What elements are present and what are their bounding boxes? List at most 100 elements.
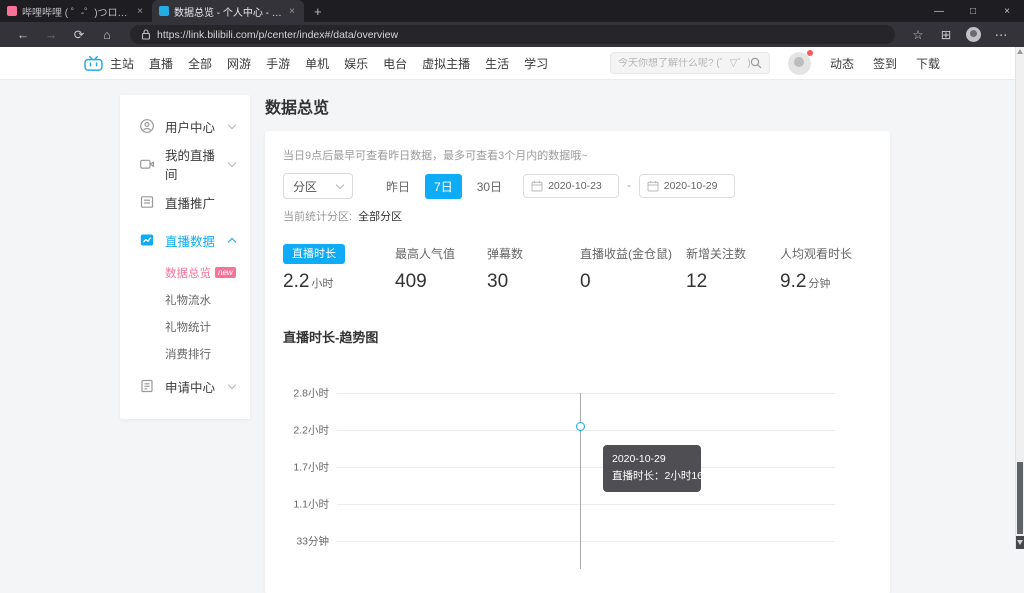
nav-item-live[interactable]: 直播 — [149, 55, 173, 72]
header-link-download[interactable]: 下载 — [916, 55, 940, 72]
home-icon[interactable]: ⌂ — [94, 28, 120, 42]
bilibili-tv-logo[interactable] — [84, 56, 103, 71]
nav-item-all[interactable]: 全部 — [188, 55, 212, 72]
minimize-button[interactable]: — — [922, 0, 956, 22]
address-bar[interactable]: https://link.bilibili.com/p/center/index… — [130, 25, 895, 44]
stat-value: 2.2小时 — [283, 271, 395, 293]
calendar-icon — [647, 180, 659, 192]
date-to-picker[interactable]: 2020-10-29 — [639, 174, 735, 198]
date-from-picker[interactable]: 2020-10-23 — [523, 174, 619, 198]
user-avatar[interactable] — [788, 52, 811, 75]
range-7day-button[interactable]: 7日 — [425, 174, 462, 199]
sidebar-item-label: 申请中心 — [165, 377, 215, 396]
browser-profile-avatar[interactable] — [966, 27, 981, 42]
nav-item-entertainment[interactable]: 娱乐 — [344, 55, 368, 72]
range-30day-button[interactable]: 30日 — [468, 174, 511, 199]
tab-title: 哔哩哔哩 ( ゜-゜)つロ 干杯~-bili — [22, 4, 130, 19]
bilibili-favicon — [7, 6, 17, 16]
y-axis-tick: 1.1小时 — [283, 497, 329, 512]
sidebar-subitem-gift-flow[interactable]: 礼物流水 — [120, 286, 250, 313]
partition-select[interactable]: 分区 — [283, 173, 353, 199]
new-tab-button[interactable]: + — [314, 4, 322, 19]
stat-label[interactable]: 弹幕数 — [487, 244, 580, 264]
camera-icon — [139, 156, 155, 172]
y-axis-tick: 2.2小时 — [283, 423, 329, 438]
stat-live-duration-tab[interactable]: 直播时长 — [283, 244, 345, 264]
nav-item-study[interactable]: 学习 — [524, 55, 548, 72]
sidebar-subitem-gift-stats[interactable]: 礼物统计 — [120, 313, 250, 340]
lock-icon — [141, 29, 151, 40]
page-scrollbar[interactable] — [1015, 47, 1024, 549]
date-to-value: 2020-10-29 — [664, 180, 718, 192]
forward-icon[interactable]: → — [38, 28, 64, 42]
nav-item-radio[interactable]: 电台 — [383, 55, 407, 72]
stat-unit: 分钟 — [808, 278, 830, 290]
search-box[interactable] — [610, 52, 770, 74]
user-icon — [139, 118, 155, 134]
sidebar-item-live-promotion[interactable]: 直播推广 — [120, 183, 250, 221]
stat-number: 9.2 — [780, 271, 806, 292]
scrollbar-down-icon[interactable] — [1016, 536, 1024, 549]
header-link-feed[interactable]: 动态 — [830, 55, 854, 72]
current-partition-value: 全部分区 — [358, 211, 402, 223]
y-axis-tick: 2.8小时 — [283, 386, 329, 401]
favorites-star-icon[interactable]: ☆ — [905, 27, 931, 42]
tab-bar: 哔哩哔哩 ( ゜-゜)つロ 干杯~-bili × 数据总览 - 个人中心 - b… — [0, 0, 1024, 22]
new-badge: new — [215, 267, 236, 278]
tab-bilibili-home[interactable]: 哔哩哔哩 ( ゜-゜)つロ 干杯~-bili × — [0, 0, 152, 22]
tooltip-date: 2020-10-29 — [612, 451, 692, 468]
current-partition-label: 当前统计分区: — [283, 211, 352, 223]
stat-label[interactable]: 新增关注数 — [686, 244, 780, 264]
stat-number: 409 — [395, 271, 427, 292]
back-icon[interactable]: ← — [10, 28, 36, 42]
search-input[interactable] — [618, 58, 750, 69]
refresh-icon[interactable]: ⟳ — [66, 27, 92, 42]
chevron-up-icon — [228, 237, 236, 245]
search-icon[interactable] — [750, 57, 762, 69]
nav-item-main-site[interactable]: 主站 — [110, 55, 134, 72]
nav-item-mobile-games[interactable]: 手游 — [266, 55, 290, 72]
scrollbar-thumb[interactable] — [1017, 462, 1023, 534]
nav-item-single-player[interactable]: 单机 — [305, 55, 329, 72]
sidebar-item-user-center[interactable]: 用户中心 — [120, 107, 250, 145]
header-link-checkin[interactable]: 签到 — [873, 55, 897, 72]
stat-label[interactable]: 人均观看时长 — [780, 244, 872, 264]
nav-item-pc-games[interactable]: 网游 — [227, 55, 251, 72]
tab-close-icon[interactable]: × — [135, 6, 145, 17]
filter-bar: 分区 昨日 7日 30日 2020-10-23 - — [283, 173, 872, 199]
stat-label[interactable]: 直播收益(金仓鼠) — [580, 244, 686, 264]
stat-value: 9.2分钟 — [780, 271, 872, 293]
y-axis-tick: 1.7小时 — [283, 460, 329, 475]
tooltip-value: 直播时长：2小时16分 — [612, 468, 692, 485]
stat-avg-watch-time: 人均观看时长 9.2分钟 — [780, 244, 872, 293]
trend-chart: 2.8小时 2.2小时 1.7小时 1.1小时 33分钟 2020-10-29 … — [283, 359, 872, 574]
tab-close-icon[interactable]: × — [287, 6, 297, 17]
partition-select-value: 分区 — [293, 178, 317, 195]
stat-label[interactable]: 最高人气值 — [395, 244, 487, 264]
collections-icon[interactable]: ⊞ — [933, 27, 959, 42]
sidebar-subitem-data-overview[interactable]: 数据总览 new — [120, 259, 250, 286]
date-from-value: 2020-10-23 — [548, 180, 602, 192]
notification-dot — [807, 50, 813, 56]
gridline — [337, 393, 835, 394]
nav-item-life[interactable]: 生活 — [485, 55, 509, 72]
sidebar-subitem-spending-rank[interactable]: 消费排行 — [120, 340, 250, 367]
sidebar-item-live-data[interactable]: 直播数据 — [120, 221, 250, 259]
sidebar-item-label: 用户中心 — [165, 117, 215, 136]
range-yesterday-button[interactable]: 昨日 — [377, 174, 419, 199]
chart-icon — [139, 232, 155, 248]
scrollbar-up-icon[interactable] — [1017, 49, 1023, 54]
maximize-button[interactable]: □ — [956, 0, 990, 22]
tab-data-overview[interactable]: 数据总览 - 个人中心 - bilibili link × — [152, 0, 304, 22]
close-window-button[interactable]: × — [990, 0, 1024, 22]
settings-menu-icon[interactable]: ⋯ — [988, 27, 1014, 42]
chart-data-point[interactable] — [576, 422, 585, 431]
sidebar-subitem-label: 礼物流水 — [165, 292, 211, 308]
nav-item-vtuber[interactable]: 虚拟主播 — [422, 55, 470, 72]
chevron-down-icon — [228, 380, 236, 388]
sidebar-item-my-live-room[interactable]: 我的直播间 — [120, 145, 250, 183]
sidebar-item-application-center[interactable]: 申请中心 — [120, 367, 250, 405]
site-header: 主站 直播 全部 网游 手游 单机 娱乐 电台 虚拟主播 生活 学习 动态 签到… — [0, 47, 1024, 80]
stat-value: 0 — [580, 271, 686, 293]
page-title: 数据总览 — [265, 94, 890, 118]
